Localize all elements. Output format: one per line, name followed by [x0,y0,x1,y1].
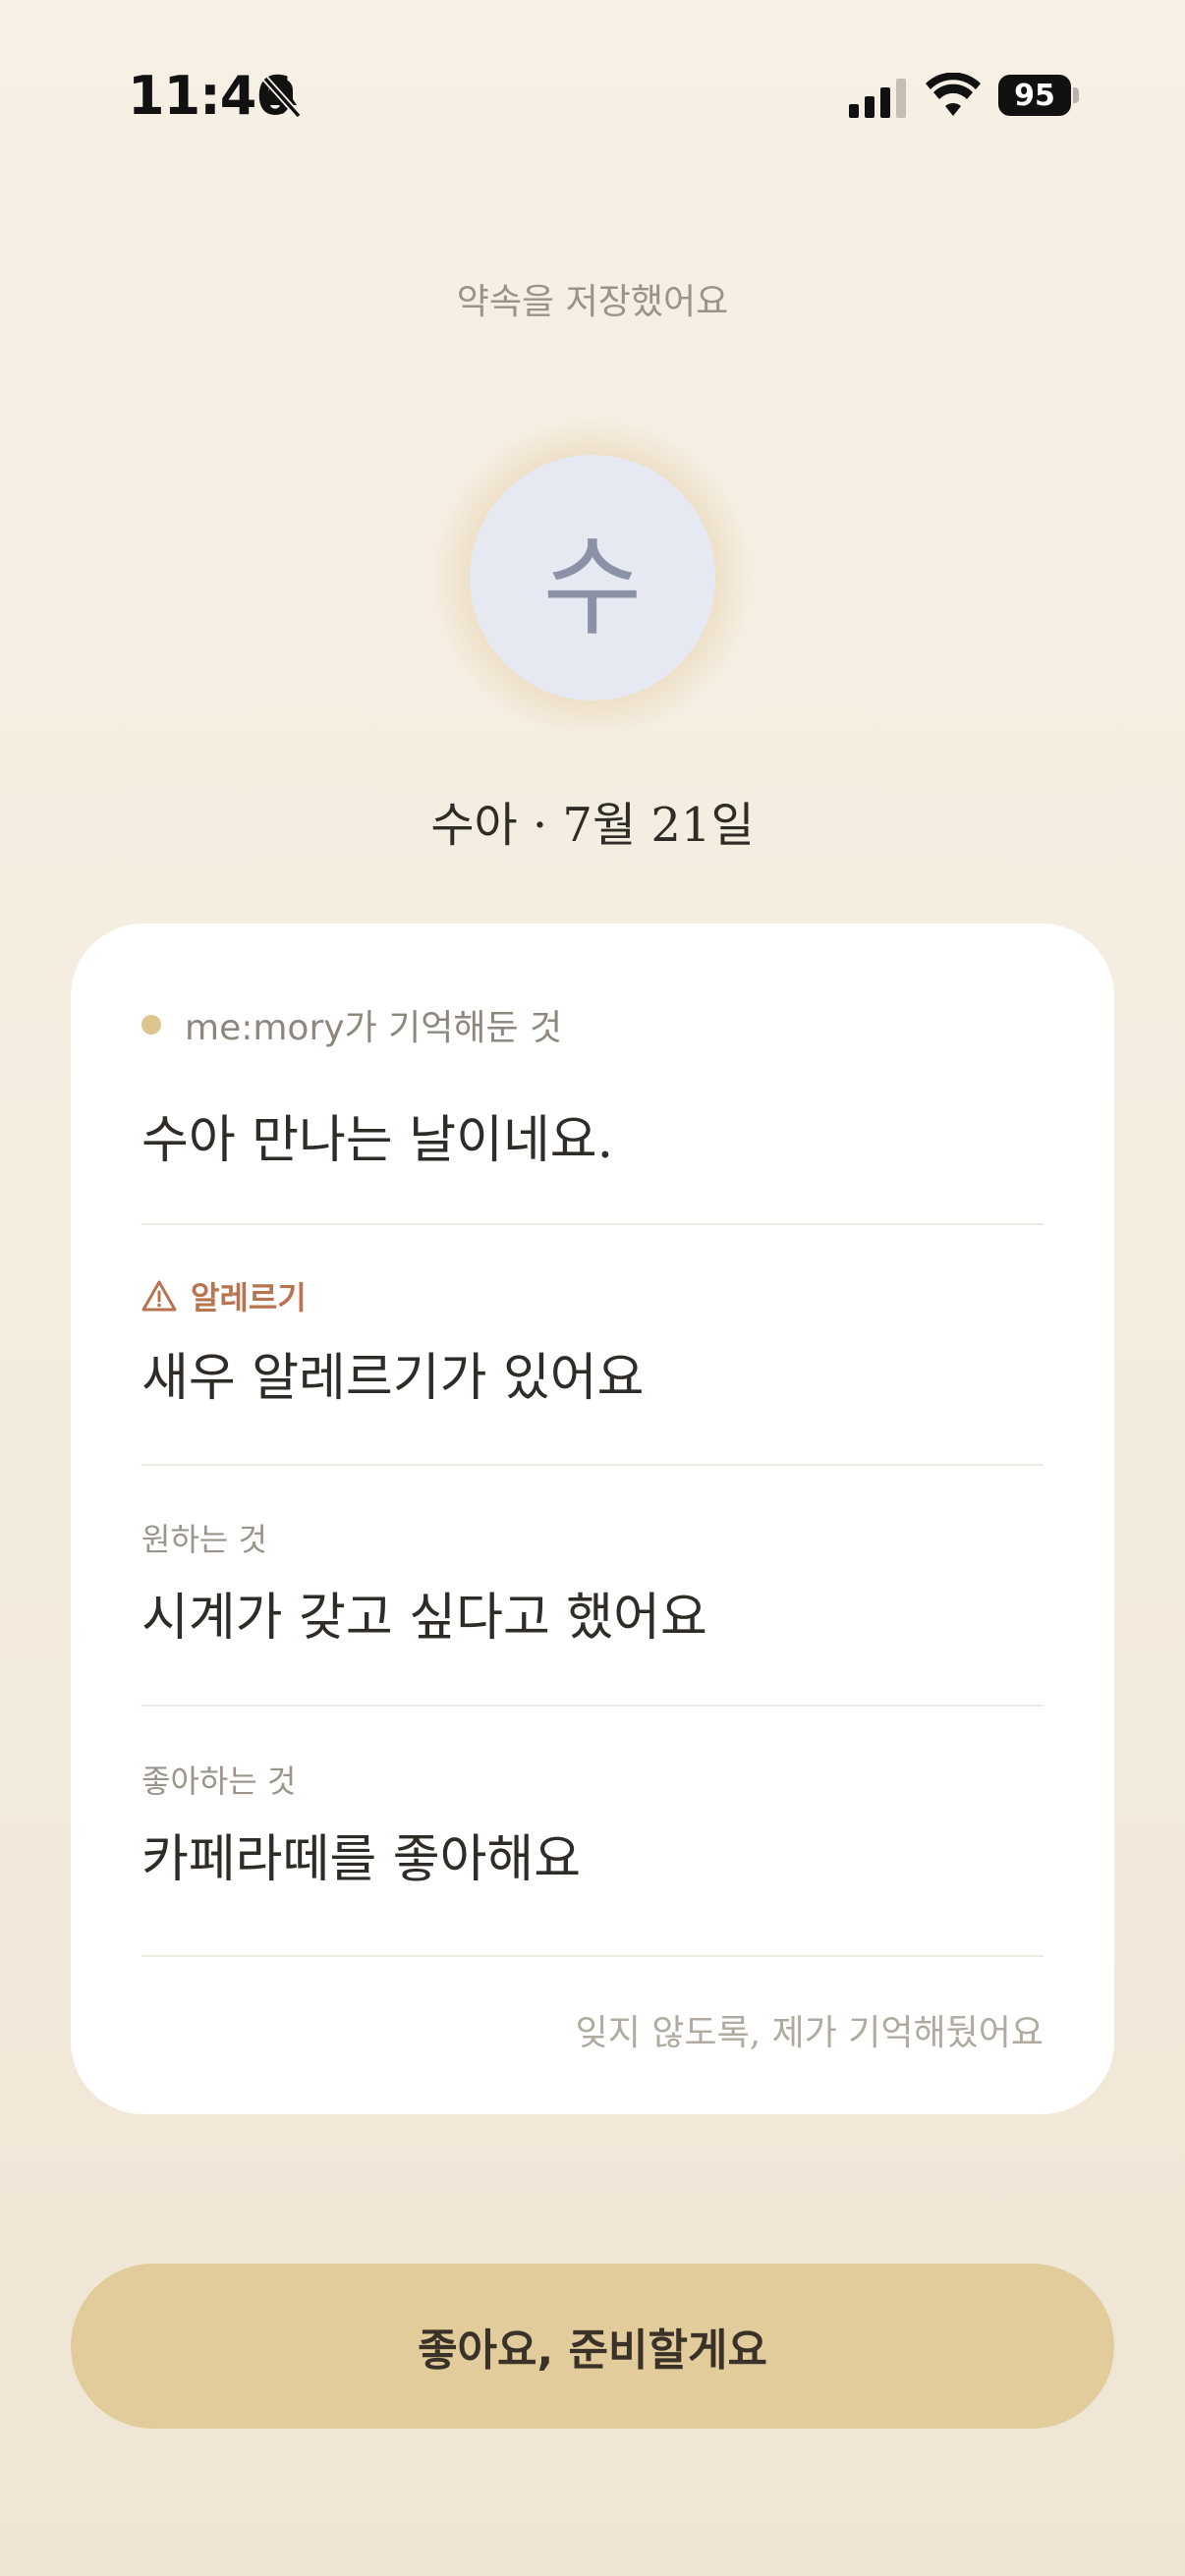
allergy-label: 알레르기 [141,1273,307,1318]
divider [141,1223,1044,1225]
allergy-label-text: 알레르기 [191,1279,307,1316]
battery-icon: 95 [998,75,1079,116]
bell-slash-icon [262,76,302,119]
card-footer-note: 잊지 않도록, 제가 기억해뒀어요 [575,2013,1044,2053]
battery-level: 95 [998,75,1071,116]
dot-icon [141,1015,161,1035]
card-intro: 수아 만나는 날이네요. [141,1111,614,1170]
card-header: me:mory가 기억해둔 것 [141,1000,562,1049]
avatar: 수 [470,455,715,700]
memory-card: me:mory가 기억해둔 것 수아 만나는 날이네요. 알레르기 새우 알레르… [71,924,1114,2114]
wifi-icon [926,73,981,116]
person-name-date: 수아 · 7월 21일 [430,798,755,853]
page-title: 약속을 저장했어요 [456,282,729,322]
divider [141,1464,1044,1466]
status-bar: 11:46 95 [0,0,1185,187]
likes-label: 좋아하는 것 [141,1763,297,1800]
battery-cap [1073,87,1079,103]
wish-label: 원하는 것 [141,1521,267,1558]
divider [141,1705,1044,1707]
likes-value: 카페라떼를 좋아해요 [141,1830,582,1889]
divider [141,1955,1044,1957]
wish-value: 시계가 갖고 싶다고 했어요 [141,1589,707,1648]
warning-triangle-icon [141,1280,177,1312]
card-header-label: me:mory가 기억해둔 것 [185,1008,563,1048]
confirm-button[interactable]: 좋아요, 준비할게요 [71,2264,1114,2429]
cellular-signal-icon [849,79,906,118]
allergy-value: 새우 알레르기가 있어요 [141,1349,645,1408]
